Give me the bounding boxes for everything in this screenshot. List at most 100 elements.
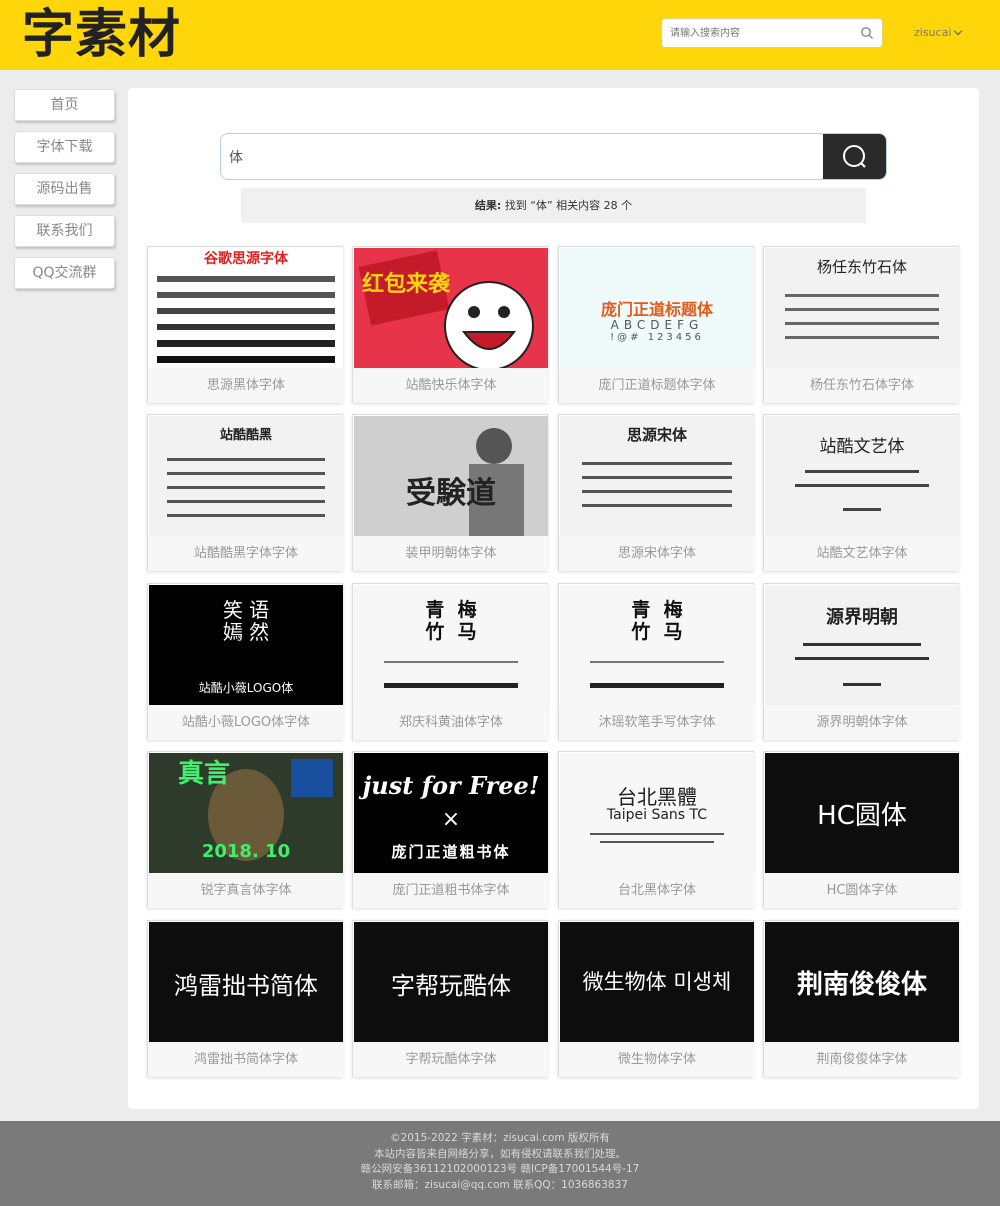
main-search-input[interactable] [221,134,821,179]
header-search-input[interactable] [662,19,852,47]
preview-text: 真言 [177,759,230,789]
search-icon [843,145,866,168]
font-card[interactable]: just for Free! × 庞门正道粗书体 庞门正道粗书体字体 [352,751,549,908]
font-card-title: 思源黑体字体 [148,368,344,403]
font-card[interactable]: 字帮玩酷体 字帮玩酷体字体 [352,920,549,1077]
search-button[interactable] [823,134,886,179]
font-card-title: 微生物体字体 [559,1042,755,1077]
preview-text: 青 梅 竹 马 [425,599,477,643]
site-logo[interactable]: 字素材 [22,4,181,66]
font-card-title: 装甲明朝体字体 [353,536,549,571]
font-card[interactable]: 源界明朝 源界明朝体字体 [763,583,960,740]
sidebar-item-qq-group[interactable]: QQ交流群 [14,257,115,289]
font-preview: 字帮玩酷体 [354,922,548,1042]
search-result-summary: 结果: 找到 “体” 相关内容 28 个 [241,188,866,223]
font-card-title: 沐瑶软笔手写体字体 [559,705,755,740]
result-label: 结果: [474,199,502,212]
preview-text: 谷歌思源字体 [204,251,288,267]
preview-text: 字帮玩酷体 [391,972,511,1000]
text-lines [167,458,325,517]
preview-text: 红包来袭 [361,272,450,297]
font-card-title: HC圆体字体 [764,873,960,908]
font-card-title: 源界明朝体字体 [764,705,960,740]
font-card-title: 台北黑体字体 [559,873,755,908]
font-card-title: 站酷酷黑字体字体 [148,536,344,571]
font-preview: 谷歌思源字体 [149,248,343,368]
footer-contact: 联系邮箱：zisucai@qq.com 联系QQ：1036863837 [372,1178,628,1191]
font-preview: 台北黑體 Taipei Sans TC [560,753,754,873]
font-card[interactable]: 鸿雷拙书简体 鸿雷拙书简体字体 [147,920,344,1077]
text-lines [384,661,518,688]
font-preview: 思源宋体 [560,416,754,536]
font-card-title: 庞门正道粗书体字体 [353,873,549,908]
preview-text: 杨任东竹石体 [816,258,907,276]
font-preview: just for Free! × 庞门正道粗书体 [354,753,548,873]
sidebar-item-font-download[interactable]: 字体下载 [14,131,115,163]
font-card[interactable]: 笑 语 嫣 然 站酷小薇LOGO体 站酷小薇LOGO体字体 [147,583,344,740]
footer-icp[interactable]: 赣公网安备36112102000123号 赣ICP备17001544号-17 [0,1162,1000,1178]
preview-text: 庞门正道标题体 [600,300,713,319]
sidebar-item-contact[interactable]: 联系我们 [14,215,115,247]
font-card[interactable]: 红包来袭 站酷快乐体字体 [352,246,549,403]
font-card-title: 站酷小薇LOGO体字体 [148,705,344,740]
font-preview: 微生物体 미생체 [560,922,754,1042]
preview-text: 青 梅 竹 马 [631,599,683,643]
font-card[interactable]: 青 梅 竹 马 郑庆科黄油体字体 [352,583,549,740]
font-preview: 站酷文艺体 [765,416,959,536]
font-card[interactable]: 真言 2018. 10 锐字真言体字体 [147,751,344,908]
preview-text: !@# 123456 [610,332,704,343]
main-search-box [220,133,887,180]
font-card-title: 站酷文艺体字体 [764,536,960,571]
preview-text: 思源宋体 [626,426,687,444]
font-card-title: 鸿雷拙书简体字体 [148,1042,344,1077]
font-preview: 杨任东竹石体 [765,248,959,368]
text-lines [590,833,724,843]
preview-text: 笑 语 嫣 然 [222,598,270,644]
user-menu[interactable]: zisucai [914,26,963,39]
result-text: 找到 “体” 相关内容 28 个 [504,199,633,212]
font-card[interactable]: 谷歌思源字体 思源黑体字体 [147,246,344,403]
site-footer: ©2015-2022 字素材：zisucai.com 版权所有 本站内容皆来自网… [0,1121,1000,1206]
preview-text: Taipei Sans TC [606,807,708,823]
text-lines [582,462,732,507]
site-header: 字素材 zisucai [0,0,1000,70]
font-card[interactable]: 杨任东竹石体 杨任东竹石体字体 [763,246,960,403]
sidebar-item-home[interactable]: 首页 [14,89,115,121]
preview-text: 受験道 [406,476,496,511]
sidebar-item-source-sale[interactable]: 源码出售 [14,173,115,205]
text-lines [590,661,724,688]
text-lines [157,276,335,363]
font-card-title: 字帮玩酷体字体 [353,1042,549,1077]
font-card[interactable]: HC圆体 HC圆体字体 [763,751,960,908]
preview-text: 站酷小薇LOGO体 [198,681,294,695]
font-preview: 真言 2018. 10 [149,753,343,873]
username: zisucai [914,26,952,39]
font-card[interactable]: 荆南俊俊体 荆南俊俊体字体 [763,920,960,1077]
text-lines [795,643,929,686]
cross-mark: × [441,807,461,832]
preview-text: 微生物体 미생체 [582,970,732,994]
font-card[interactable]: 青 梅 竹 马 沐瑶软笔手写体字体 [558,583,755,740]
font-card[interactable]: 站酷文艺体 站酷文艺体字体 [763,414,960,571]
preview-text: ABCDEFG [610,318,704,332]
font-card[interactable]: 站酷酷黑 站酷酷黑字体字体 [147,414,344,571]
preview-text: 鸿雷拙书简体 [174,972,318,1000]
font-card[interactable]: 微生物体 미생체 微生物体字体 [558,920,755,1077]
search-icon[interactable] [860,26,874,40]
font-card-title: 杨任东竹石体字体 [764,368,960,403]
font-preview: 鸿雷拙书简体 [149,922,343,1042]
header-search-box [661,18,883,48]
font-card[interactable]: 思源宋体 思源宋体字体 [558,414,755,571]
font-preview: 笑 语 嫣 然 站酷小薇LOGO体 [149,585,343,705]
font-card-title: 思源宋体字体 [559,536,755,571]
font-card-title: 站酷快乐体字体 [353,368,549,403]
font-card[interactable]: 台北黑體 Taipei Sans TC 台北黑体字体 [558,751,755,908]
font-preview: 源界明朝 [765,585,959,705]
font-preview: 庞门正道标题体 ABCDEFG !@# 123456 [560,248,754,368]
font-preview: 受験道 [354,416,548,536]
font-card-title: 荆南俊俊体字体 [764,1042,960,1077]
font-card[interactable]: 庞门正道标题体 ABCDEFG !@# 123456 庞门正道标题体字体 [558,246,755,403]
preview-text: 荆南俊俊体 [796,970,927,1000]
font-preview: 红包来袭 [354,248,548,368]
font-card[interactable]: 受験道 装甲明朝体字体 [352,414,549,571]
